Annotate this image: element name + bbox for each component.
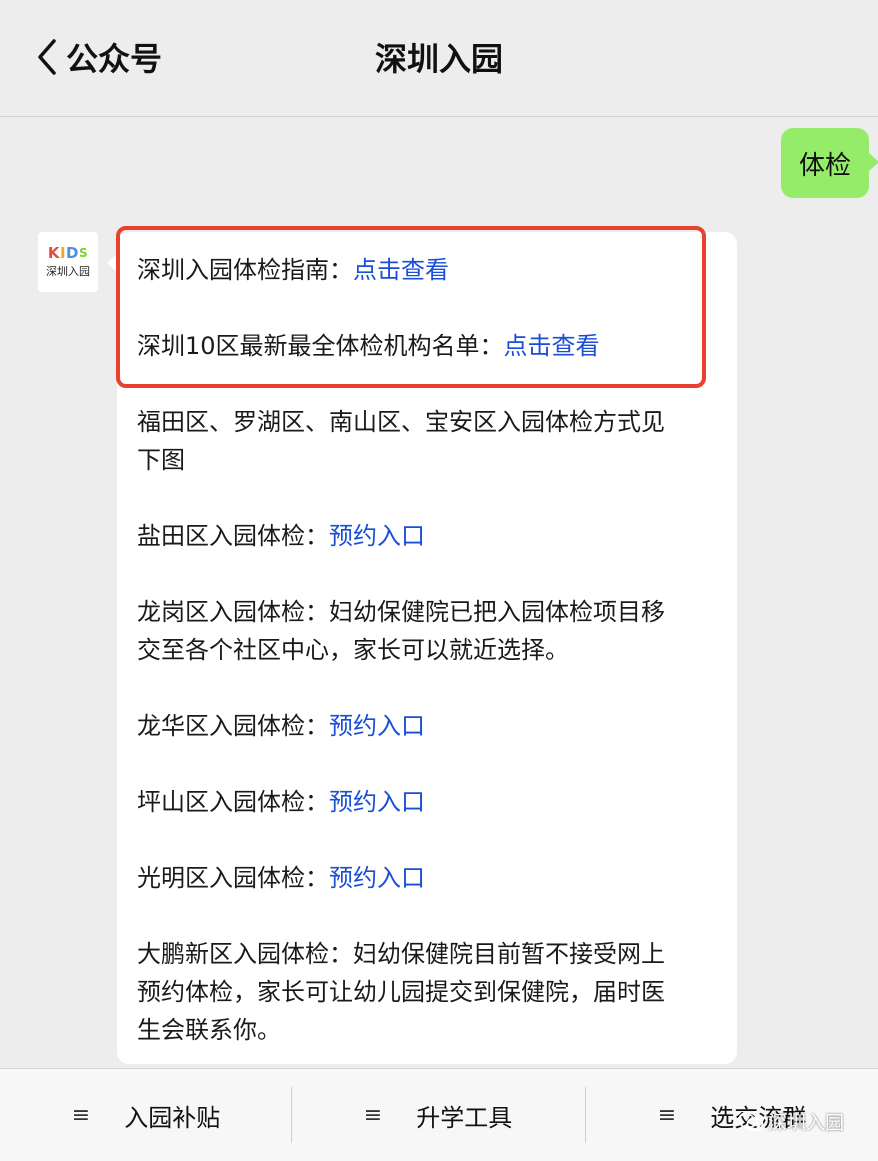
message-line: 下图 (137, 446, 185, 474)
message-line: 龙岗区入园体检：妇幼保健院已把入园体检项目移 (137, 598, 665, 626)
message-line: 坪山区入园体检：预约入口 (137, 788, 425, 816)
message-line: 预约体检，家长可让幼儿园提交到保健院，届时医 (137, 978, 665, 1006)
menu-icon: ≡ (71, 1102, 91, 1128)
wechat-icon (738, 1111, 764, 1131)
message-line: 深圳入园体检指南：点击查看 (137, 256, 449, 284)
bubble-tail (868, 152, 878, 172)
menu-icon: ≡ (657, 1102, 677, 1128)
account-avatar[interactable]: KIDS 深圳入园 (38, 232, 98, 292)
yantian-booking-link[interactable]: 预约入口 (329, 522, 425, 550)
pingshan-booking-link[interactable]: 预约入口 (329, 788, 425, 816)
menu-item-tools[interactable]: ≡ 升学工具 (292, 1069, 584, 1161)
menu-icon: ≡ (363, 1102, 383, 1128)
avatar-name: 深圳入园 (46, 265, 90, 278)
watermark: 深圳入园 (738, 1108, 844, 1135)
bubble-tail (107, 254, 117, 272)
message-line: 深圳10区最新最全体检机构名单：点击查看 (137, 332, 600, 360)
longhua-booking-link[interactable]: 预约入口 (329, 712, 425, 740)
view-guide-link[interactable]: 点击查看 (353, 256, 449, 284)
message-line: 龙华区入园体检：预约入口 (137, 712, 425, 740)
message-line: 大鹏新区入园体检：妇幼保健院目前暂不接受网上 (137, 940, 665, 968)
message-line: 交至各个社区中心，家长可以就近选择。 (137, 636, 569, 664)
guangming-booking-link[interactable]: 预约入口 (329, 864, 425, 892)
view-institutions-link[interactable]: 点击查看 (504, 332, 600, 360)
message-line: 福田区、罗湖区、南山区、宝安区入园体检方式见 (137, 408, 665, 436)
top-bar: 公众号 深圳入园 (0, 0, 878, 117)
message-line: 生会联系你。 (137, 1016, 281, 1044)
user-message-bubble[interactable]: 体检 (781, 128, 878, 198)
user-message-text: 体检 (798, 150, 851, 181)
page-title: 深圳入园 (374, 40, 503, 78)
watermark-text: 深圳入园 (768, 1112, 845, 1134)
menu-item-enrollment-subsidy[interactable]: ≡ 入园补贴 (0, 1069, 292, 1161)
message-line: 盐田区入园体检：预约入口 (137, 522, 425, 550)
message-line: 光明区入园体检：预约入口 (137, 864, 425, 892)
kids-logo: KIDS (47, 244, 89, 262)
